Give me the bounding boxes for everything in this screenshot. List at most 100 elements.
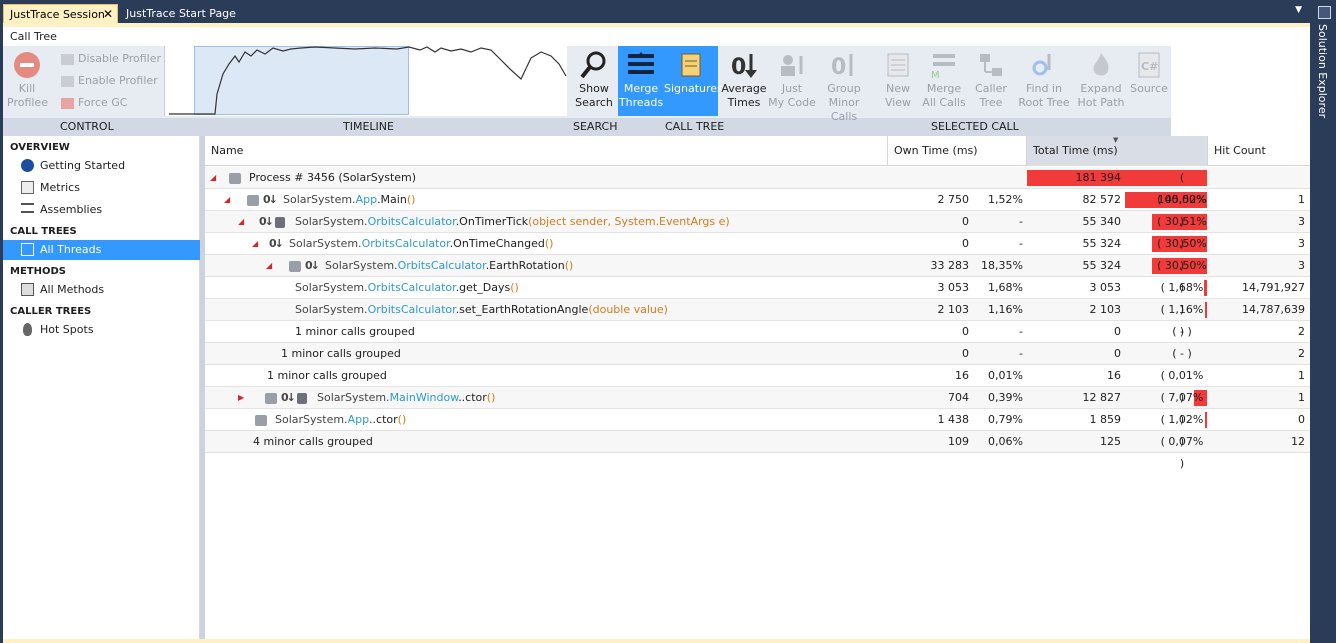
tab-call-tree[interactable]: Call Tree [3,27,63,46]
table-row[interactable]: 1 minor calls grouped 16 0,01% 16( 0,01% ) 1 [205,365,1310,404]
average-times-icon: 0 [731,54,757,80]
kill-label: Kill [18,82,36,95]
cell-name: 4 minor calls grouped [205,431,888,453]
collapse-arrow-icon[interactable]: ◢ [252,233,258,255]
tool-icon [297,393,307,404]
method-name: 1 minor calls grouped [267,365,387,387]
bottom-accent-strip [3,639,1310,643]
tool-icon [275,217,285,228]
grid-header: Name Own Time (ms) Total Time (ms) ▼ Hit… [205,136,1310,166]
expand-arrow-icon[interactable]: ▶ [238,387,244,409]
magnifier-icon [580,51,606,79]
tab-justtrace-start-page[interactable]: JustTrace Start Page [120,4,236,23]
caller-label-2: Tree [979,96,1003,109]
column-header-hit-count[interactable]: Hit Count [1208,136,1310,166]
kill-profilee-button[interactable]: Kill Profilee [7,50,48,110]
sidebar-item-hot-spots[interactable]: Hot Spots [3,320,200,340]
class-text: OrbitsCalculator [367,303,456,316]
method-name: 1 minor calls grouped [295,321,415,343]
cell-total-time: 1 859 [1089,413,1122,426]
enable-icon [61,75,74,87]
group-minor-calls-button[interactable]: 0 Group Minor Calls [816,50,872,124]
force-gc-button[interactable]: Force GC [61,93,127,113]
tab-justtrace-session[interactable]: JustTrace Session ✕ [3,4,118,23]
table-row[interactable]: ◢ 0↓ SolarSystem.App.Main() 2 750 1,52% 82 57… [205,189,1310,228]
table-row[interactable]: ◢ Process # 3456 (SolarSystem) 181 394( 10… [205,167,1310,228]
disable-profiler-button[interactable]: Disable Profiler [61,49,161,69]
row-label: 4 minor calls grouped [253,435,373,448]
average-times-label: Average [721,82,767,95]
args-text: (object sender, System.EventArgs e) [528,215,730,228]
sidebar-label: All Threads [40,243,102,256]
merge-threads-button[interactable]: Merge Threads [618,46,664,116]
args-text: () [564,259,574,272]
solution-explorer-panel[interactable]: Solution Explorer [1313,0,1336,643]
disable-icon [61,53,74,65]
enable-profiler-button[interactable]: Enable Profiler [61,71,158,91]
sidebar-item-metrics[interactable]: Metrics [3,178,200,198]
new-view-button[interactable]: New View [876,50,920,110]
find-in-root-tree-button[interactable]: Find in Root Tree [1016,50,1072,110]
column-header-name[interactable]: Name [205,136,888,166]
method-name: Process # 3456 (SolarSystem) [249,167,416,189]
sidebar-item-getting-started[interactable]: Getting Started [3,156,200,176]
new-label-2: View [884,96,912,109]
average-times-label-2: Times [727,96,761,109]
close-icon[interactable]: ✕ [103,5,113,24]
sidebar-item-all-methods[interactable]: All Methods [3,280,200,300]
sidebar-label: All Methods [40,283,105,296]
caller-tree-button[interactable]: Caller Tree [969,50,1013,110]
args-text: () [406,193,416,206]
sidebar-item-all-threads[interactable]: All Threads [3,240,200,260]
collapse-arrow-icon[interactable]: ◢ [238,211,244,233]
table-row[interactable]: 1 minor calls grouped 0 - 0 ( - ) 2 [205,321,1310,343]
cell-name: ▶ 0↓ SolarSystem.MainWindow..ctor() [205,387,888,409]
just-my-code-button[interactable]: Just My Code [768,50,816,110]
cell-own-percent: - [1019,325,1023,338]
solution-explorer-label: Solution Explorer [1316,24,1329,119]
method-name: SolarSystem.OrbitsCalculator.get_Days() [295,277,519,299]
merge-all-calls-button[interactable]: M Merge All Calls [921,50,967,110]
group-label-timeline: TIMELINE [343,120,394,133]
sort-desc-icon: ▼ [1113,136,1119,144]
table-row[interactable]: ◢ 0↓ SolarSystem.OrbitsCalculator.OnTimerT… [205,211,1310,250]
timeline-chart[interactable] [164,46,567,116]
group-label-call-tree: CALL TREE [665,120,725,133]
table-row[interactable]: SolarSystem.OrbitsCalculator.get_Days() 3… [205,277,1310,316]
expand-hot-path-button[interactable]: Expand Hot Path [1073,50,1129,110]
table-row[interactable]: ◢ 0↓ SolarSystem.OrbitsCalculator.OnTimeCh… [205,233,1310,272]
chevron-down-icon[interactable]: ▼ [1295,5,1302,15]
source-file-icon: C# [1138,52,1160,78]
cell-own-percent: 1,68% [988,281,1023,294]
table-row[interactable]: SolarSystem.OrbitsCalculator.set_EarthRo… [205,299,1310,338]
column-header-total-time[interactable]: Total Time (ms) ▼ [1027,136,1208,166]
cell-total-time: 181 394 [1075,171,1122,184]
cell-name: ◢ 0↓ SolarSystem.OrbitsCalculator.EarthRot… [205,255,888,277]
merge-threads-label-2: Threads [618,96,664,109]
sidebar-item-assemblies[interactable]: Assemblies [3,200,200,220]
table-row[interactable]: 4 minor calls grouped 109 0,06% 125 ( 0,07% … [205,431,1310,470]
cell-own-time: 16 [955,369,969,382]
cell-name: 1 minor calls grouped [205,343,888,365]
class-text: OrbitsCalculator [397,259,486,272]
show-search-button[interactable]: Show Search [573,50,615,110]
source-button[interactable]: C# Source [1129,50,1169,96]
table-row[interactable]: SolarSystem.App..ctor() 1 438 0,79% 1 859( … [205,409,1310,448]
cell-own-time: 0 [962,237,969,250]
class-text: App [347,413,370,426]
collapse-arrow-icon[interactable]: ◢ [210,167,216,189]
column-header-own-time[interactable]: Own Time (ms) [888,136,1027,166]
signatures-button[interactable]: Signatures [664,46,723,116]
section-caller-trees: CALLER TREES [10,306,92,317]
average-times-button[interactable]: 0 Average Times [721,50,767,110]
collapse-arrow-icon[interactable]: ◢ [266,255,272,277]
table-row[interactable]: ◢ 0↓ SolarSystem.OrbitsCalculator.EarthRot… [205,255,1310,294]
table-row[interactable]: ▶ 0↓ SolarSystem.MainWindow..ctor() 704 0,39… [205,387,1310,426]
cell-total-time: 0 [1114,347,1121,360]
row-label: 1 minor calls grouped [295,325,415,338]
svg-text:0: 0 [831,55,846,80]
table-row[interactable]: 1 minor calls grouped 0 - 0 ( - ) 2 [205,343,1310,365]
user-icon [265,393,277,404]
collapse-arrow-icon[interactable]: ◢ [224,189,230,211]
cell-name: ◢ 0↓ SolarSystem.App.Main() [205,189,888,211]
